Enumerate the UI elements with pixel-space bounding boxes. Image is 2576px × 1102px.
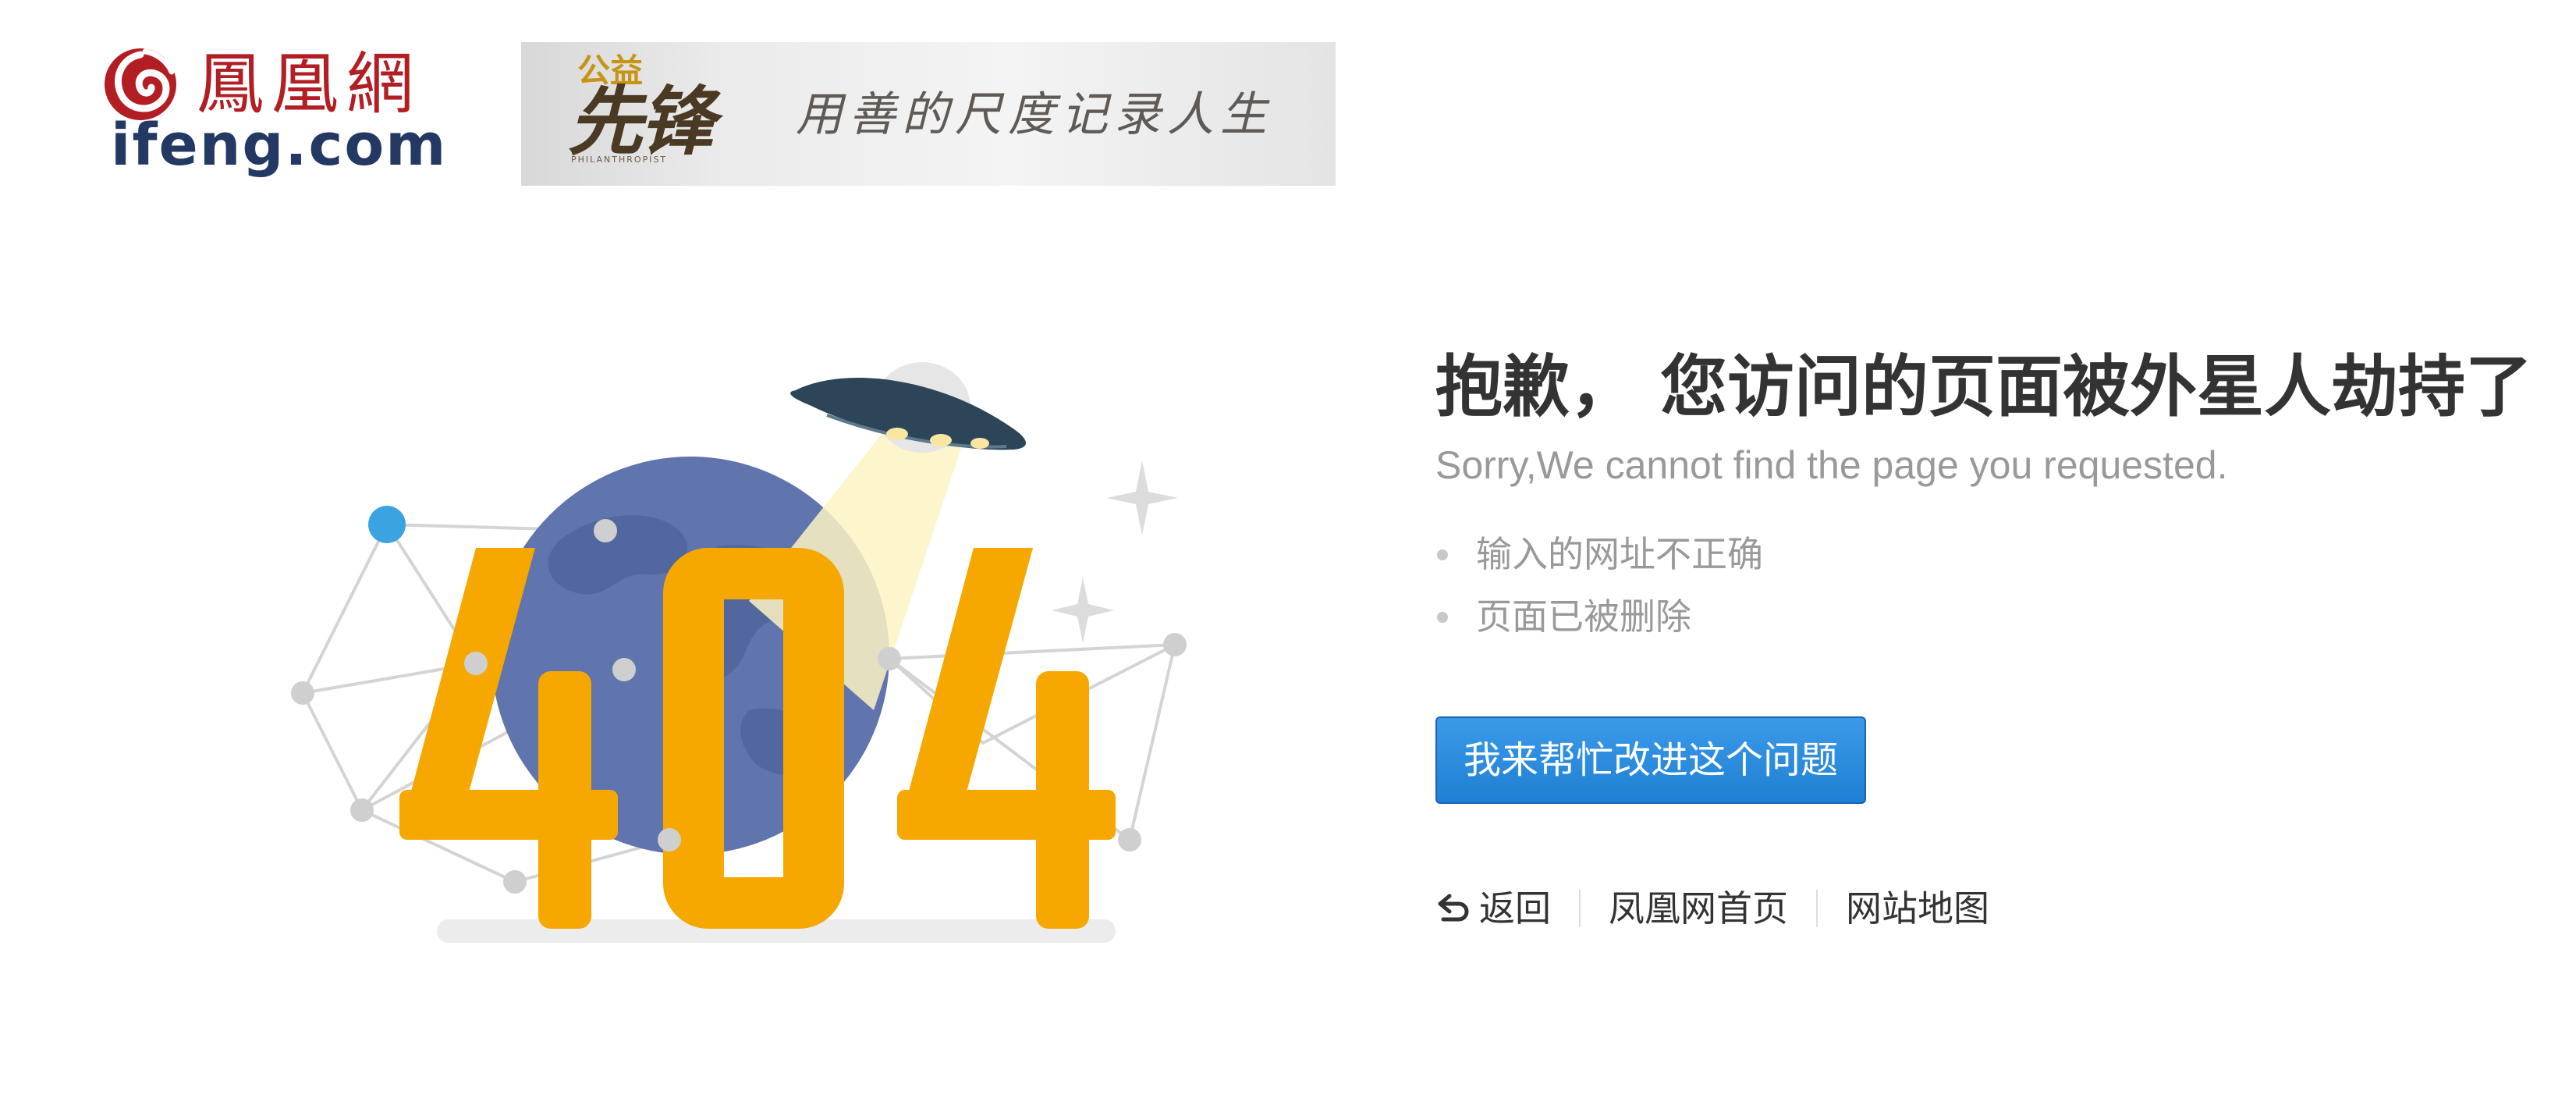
accent-node [368, 506, 406, 543]
ifeng-logo[interactable]: 鳳凰網 ifeng.com [100, 44, 474, 181]
error-message-panel: 抱歉， 您访问的页面被外星人劫持了 Sorry,We cannot find t… [1435, 343, 2543, 932]
footer-links: 返回 凤凰网首页 网站地图 [1435, 885, 2543, 932]
help-improve-button[interactable]: 我来帮忙改进这个问题 [1435, 716, 1867, 804]
404-illustration [281, 343, 1201, 968]
logo-chinese-text: 鳳凰網 [197, 45, 421, 123]
banner-brand-main: 先锋 [568, 78, 715, 165]
sparkles [1052, 460, 1178, 643]
link-divider [1816, 890, 1818, 927]
bullet-icon [1437, 612, 1448, 623]
list-item: 输入的网址不正确 [1435, 523, 2543, 585]
page-subtitle: Sorry,We cannot find the page you reques… [1435, 443, 2228, 487]
banner-slogan: 用善的尺度记录人生 [796, 87, 1273, 142]
link-divider [1579, 890, 1581, 927]
back-link[interactable]: 返回 [1479, 885, 1551, 932]
back-arrow-icon[interactable] [1435, 890, 1473, 927]
reason-list: 输入的网址不正确 页面已被删除 [1435, 523, 2543, 648]
ufo-404-illustration-icon [291, 362, 1187, 943]
banner-brand-sub: PHILANTHROPIST [571, 155, 668, 165]
sitemap-link[interactable]: 网站地图 [1846, 885, 1989, 932]
reason-text: 输入的网址不正确 [1476, 533, 1763, 575]
page-title: 抱歉， 您访问的页面被外星人劫持了 [1435, 348, 2532, 426]
home-link[interactable]: 凤凰网首页 [1609, 885, 1788, 932]
reason-text: 页面已被删除 [1476, 595, 1691, 638]
ufo [790, 362, 1026, 453]
bullet-icon [1437, 549, 1448, 560]
error-page: 鳳凰網 ifeng.com 公益 先锋 PHILANTHROPIST 用善的尺度… [0, 0, 2576, 1102]
logo-english-text: ifeng.com [111, 112, 448, 179]
philanthropy-banner[interactable]: 公益 先锋 PHILANTHROPIST 用善的尺度记录人生 [521, 42, 1336, 186]
banner-brand: 公益 先锋 PHILANTHROPIST [568, 52, 740, 184]
list-item: 页面已被删除 [1435, 585, 2543, 648]
